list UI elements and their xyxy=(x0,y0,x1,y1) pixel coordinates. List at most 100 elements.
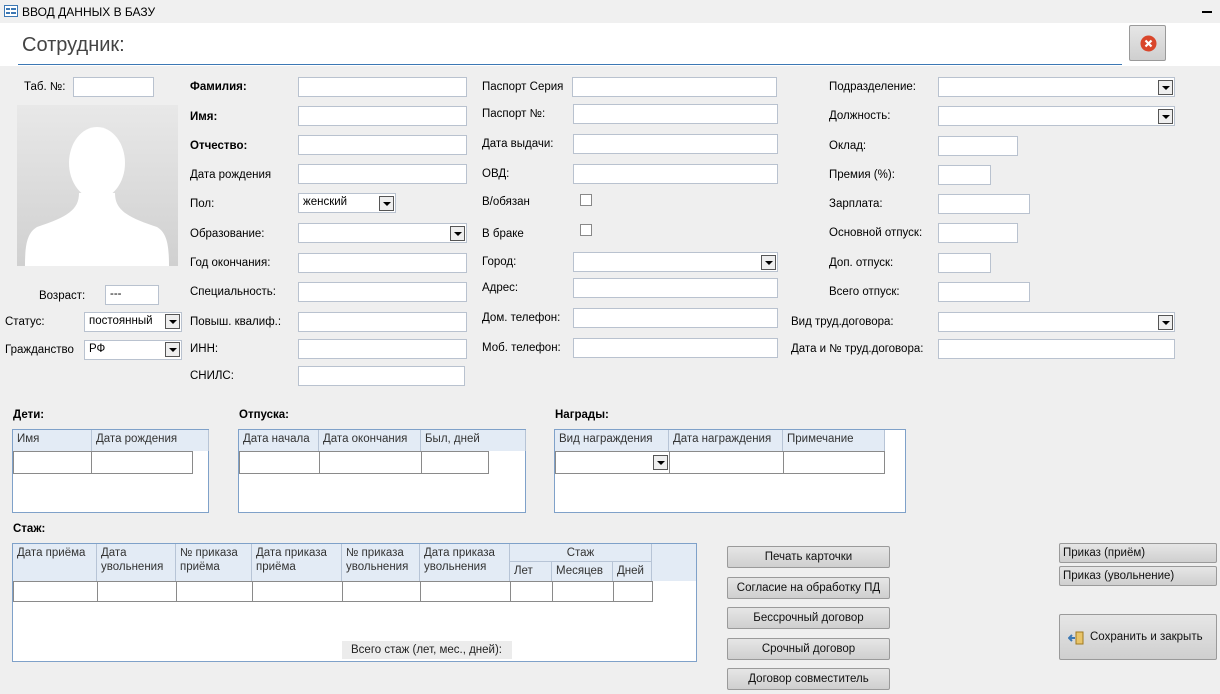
military-checkbox[interactable] xyxy=(580,194,592,206)
awards-title: Награды: xyxy=(555,409,609,421)
page-title: Сотрудник: xyxy=(22,34,125,56)
vacations-cell[interactable] xyxy=(239,451,320,474)
exp-cell[interactable] xyxy=(252,581,343,602)
patronymic-input[interactable] xyxy=(298,135,467,155)
exp-col-years[interactable]: Лет xyxy=(510,562,552,581)
exp-col-dismiss-order-no[interactable]: № приказа увольнения xyxy=(342,544,420,581)
contract-type-dropdown-icon[interactable] xyxy=(1158,315,1173,330)
birth-date-input[interactable] xyxy=(298,164,467,184)
married-checkbox[interactable] xyxy=(580,224,592,236)
snils-input[interactable] xyxy=(298,366,465,386)
bonus-input[interactable] xyxy=(938,165,991,185)
close-icon xyxy=(1140,35,1157,52)
birth-date-label: Дата рождения xyxy=(190,169,272,181)
passport-series-input[interactable] xyxy=(572,77,777,97)
grad-year-input[interactable] xyxy=(298,253,467,273)
citizenship-dropdown-icon[interactable] xyxy=(165,342,180,357)
part-time-contract-button[interactable]: Договор совместитель xyxy=(727,668,890,690)
vacations-grid[interactable]: Дата начала Дата окончания Был, дней xyxy=(238,429,526,513)
awards-col-type[interactable]: Вид награждения xyxy=(555,430,669,451)
department-dropdown-icon[interactable] xyxy=(1158,80,1173,95)
fixed-term-contract-button[interactable]: Срочный договор xyxy=(727,638,890,660)
exp-cell[interactable] xyxy=(342,581,421,602)
position-label: Должность: xyxy=(829,110,891,122)
exp-col-dismiss-order-date[interactable]: Дата приказа увольнения xyxy=(420,544,510,581)
exp-cell[interactable] xyxy=(420,581,511,602)
contract-date-no-input[interactable] xyxy=(938,339,1175,359)
children-grid[interactable]: Имя Дата рождения xyxy=(12,429,209,513)
children-col-birth[interactable]: Дата рождения xyxy=(92,430,209,451)
specialty-input[interactable] xyxy=(298,282,467,302)
issue-date-input[interactable] xyxy=(573,134,778,154)
passport-no-label: Паспорт №: xyxy=(482,108,546,120)
education-label: Образование: xyxy=(190,228,265,240)
total-leave-input[interactable] xyxy=(938,282,1030,302)
awards-cell[interactable] xyxy=(669,451,784,474)
awards-col-date[interactable]: Дата награждения xyxy=(669,430,783,451)
home-phone-input[interactable] xyxy=(573,308,778,328)
order-hire-button[interactable]: Приказ (приём) xyxy=(1059,543,1217,563)
sex-dropdown-icon[interactable] xyxy=(379,196,394,211)
employee-photo[interactable] xyxy=(17,105,178,266)
exp-col-months[interactable]: Месяцев xyxy=(552,562,613,581)
education-dropdown-icon[interactable] xyxy=(450,226,465,241)
exp-cell[interactable] xyxy=(510,581,553,602)
exp-col-days[interactable]: Дней xyxy=(613,562,652,581)
citizenship-value: РФ xyxy=(89,343,106,355)
mobile-phone-input[interactable] xyxy=(573,338,778,358)
children-col-name[interactable]: Имя xyxy=(13,430,92,451)
order-dismiss-button[interactable]: Приказ (увольнение) xyxy=(1059,566,1217,586)
position-dropdown-icon[interactable] xyxy=(1158,109,1173,124)
exp-col-hire-order-date[interactable]: Дата приказа приёма xyxy=(252,544,342,581)
extra-leave-input[interactable] xyxy=(938,253,991,273)
city-select[interactable] xyxy=(573,252,778,272)
name-input[interactable] xyxy=(298,106,467,126)
children-cell[interactable] xyxy=(91,451,193,474)
save-close-button[interactable]: Сохранить и закрыть xyxy=(1059,614,1217,660)
salary-label: Зарплата: xyxy=(829,198,883,210)
awards-grid[interactable]: Вид награждения Дата награждения Примеча… xyxy=(554,429,906,513)
awards-cell[interactable] xyxy=(783,451,885,474)
city-dropdown-icon[interactable] xyxy=(761,255,776,270)
qualification-input[interactable] xyxy=(298,312,467,332)
print-card-button[interactable]: Печать карточки xyxy=(727,546,890,568)
avatar-silhouette-icon xyxy=(25,127,169,266)
exp-cell[interactable] xyxy=(613,581,653,602)
vacations-col-end[interactable]: Дата окончания xyxy=(319,430,421,451)
exp-col-hire-date[interactable]: Дата приёма xyxy=(13,544,97,581)
education-select[interactable] xyxy=(298,223,467,243)
address-input[interactable] xyxy=(573,278,778,298)
exp-total-label: Всего стаж (лет, мес., дней): xyxy=(342,641,512,659)
vacations-col-start[interactable]: Дата начала xyxy=(239,430,319,451)
vacations-cell[interactable] xyxy=(421,451,489,474)
awards-type-dropdown-icon[interactable] xyxy=(653,455,668,470)
vacations-cell[interactable] xyxy=(319,451,422,474)
experience-grid[interactable]: Дата приёма Дата увольнения № приказа пр… xyxy=(12,543,697,662)
exp-col-hire-order-no[interactable]: № приказа приёма xyxy=(176,544,252,581)
salary-rate-input[interactable] xyxy=(938,136,1018,156)
exp-cell[interactable] xyxy=(13,581,98,602)
ovd-input[interactable] xyxy=(573,164,778,184)
awards-col-note[interactable]: Примечание xyxy=(783,430,885,451)
consent-button[interactable]: Согласие на обработку ПД xyxy=(727,577,890,599)
department-label: Подразделение: xyxy=(829,81,916,93)
exp-cell[interactable] xyxy=(176,581,253,602)
permanent-contract-button[interactable]: Бессрочный договор xyxy=(727,607,890,629)
exp-cell[interactable] xyxy=(97,581,177,602)
vacations-col-days[interactable]: Был, дней xyxy=(421,430,526,451)
contract-type-select[interactable] xyxy=(938,312,1175,332)
exp-col-dismiss-date[interactable]: Дата увольнения xyxy=(97,544,176,581)
tab-no-input[interactable] xyxy=(73,77,154,97)
exp-cell[interactable] xyxy=(552,581,614,602)
inn-input[interactable] xyxy=(298,339,467,359)
salary-input[interactable] xyxy=(938,194,1030,214)
surname-input[interactable] xyxy=(298,77,467,97)
close-button[interactable] xyxy=(1129,25,1166,61)
position-select[interactable] xyxy=(938,106,1175,126)
main-leave-input[interactable] xyxy=(938,223,1018,243)
status-dropdown-icon[interactable] xyxy=(165,314,180,329)
department-select[interactable] xyxy=(938,77,1175,97)
minimize-icon[interactable] xyxy=(1202,11,1212,13)
children-cell[interactable] xyxy=(13,451,92,474)
passport-no-input[interactable] xyxy=(573,104,778,124)
